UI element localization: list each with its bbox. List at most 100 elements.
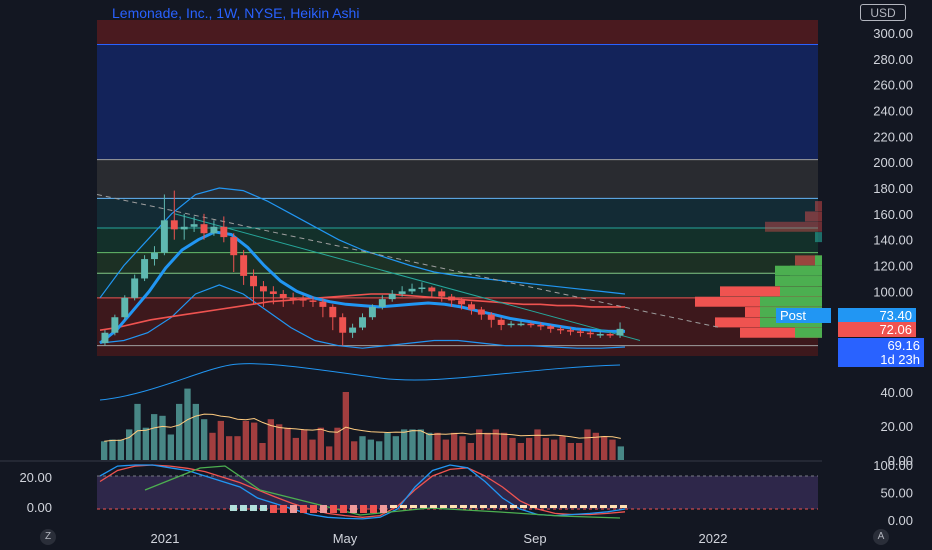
candle-body [428,287,436,292]
volume-bar [292,437,299,460]
candle-body [517,323,525,326]
volume-bar [117,439,124,460]
momentum-bar [510,505,517,508]
volume-bar [192,403,199,460]
candle-body [467,304,475,310]
volume-bar [401,429,408,460]
volume-bar [526,437,533,460]
momentum-bar [570,505,577,508]
price-tick-label: 100.00 [873,284,913,299]
volume-bar [209,432,216,460]
momentum-bar [560,505,567,508]
momentum-bar [610,505,617,508]
candle-body [507,323,515,326]
momentum-bar [530,505,537,508]
momentum-bar [400,505,407,508]
momentum-bar [540,505,547,508]
fib-zone-1 [97,44,818,160]
volume-bar [351,441,358,460]
volume-tick-label: 40.00 [880,385,913,400]
stoch-tick-label: 100.00 [873,458,913,473]
candle-body [200,224,208,234]
volume-bar [601,436,608,460]
zoom-reset-button[interactable]: Z [40,529,56,545]
volume-bar [167,434,174,460]
candle-body [487,314,495,320]
volume-bar [284,427,291,460]
candle-body [151,252,158,260]
volume-tick-label: 20.00 [880,419,913,434]
candle-body [418,287,426,290]
fib-zone-0 [97,20,818,45]
volume-bar [442,439,449,460]
momentum-bar [520,505,527,508]
volume-bar [517,443,524,460]
price-tick-label: 280.00 [873,52,913,67]
candle-body [190,224,198,227]
momentum-bar [240,505,247,511]
candle-body [220,226,228,238]
volume-bar [609,439,616,460]
candle-body [359,317,366,328]
momentum-bar [450,505,457,508]
post-value-tag: 73.40 [838,308,916,323]
fib-zone-2 [97,159,818,199]
candle-body [448,296,456,301]
price-tick-label: 200.00 [873,155,913,170]
candle-body [259,286,267,292]
momentum-bar [600,505,607,508]
candle-body [339,317,347,333]
volume-bar [426,432,433,460]
candle-body [527,323,535,326]
volume-bar [434,432,441,460]
candle-body [388,293,396,300]
volume-bar [151,414,158,460]
volume-bar [584,429,591,460]
currency-selector[interactable]: USD [860,4,906,21]
volume-bar [551,439,558,460]
momentum-bar [320,505,327,513]
candle-body [547,326,555,329]
momentum-bar [340,505,347,513]
volume-bar [276,424,283,460]
chart-canvas: 300.00 280.00 260.00 240.00 220.00 200.00 180.… [0,0,932,550]
momentum-bar [490,505,497,508]
chart-title: Lemonade, Inc., 1W, NYSE, Heikin Ashi [112,5,360,21]
volume-bar [534,429,541,460]
volume-bar [259,443,266,460]
price-tick-label: 160.00 [873,207,913,222]
volume-bar [242,420,249,460]
volume-bar [101,441,108,460]
price-tick-label: 300.00 [873,26,913,41]
volume-bar [467,443,474,460]
momentum-bar [270,505,277,513]
momentum-bar [250,505,257,511]
candle-body [537,324,545,327]
volume-bar [234,436,241,460]
auto-scale-button[interactable]: A [873,529,889,545]
volume-bar [567,443,574,460]
volume-bar [342,392,349,460]
candle-body [131,278,139,298]
volume-bar [309,439,316,460]
volume-bar [484,432,491,460]
candle-body [477,309,485,315]
volume-bar [384,432,391,460]
candle-body [101,332,109,344]
momentum-bar [430,505,437,508]
fib-zone-6 [97,273,818,298]
momentum-bar [350,505,357,513]
volume-bar [251,422,258,460]
price-tick-label: 120.00 [873,259,913,274]
volume-bar [184,388,191,460]
momentum-tick-label: 20.00 [19,470,52,485]
price-tick-label: 240.00 [873,103,913,118]
volume-bar [617,446,624,460]
candle-body [230,237,238,256]
momentum-bar [330,505,337,513]
fib-zone-3 [97,198,818,229]
volume-bar [409,429,416,460]
momentum-bar [500,505,507,508]
candle-body [309,300,317,302]
momentum-bar [590,505,597,508]
